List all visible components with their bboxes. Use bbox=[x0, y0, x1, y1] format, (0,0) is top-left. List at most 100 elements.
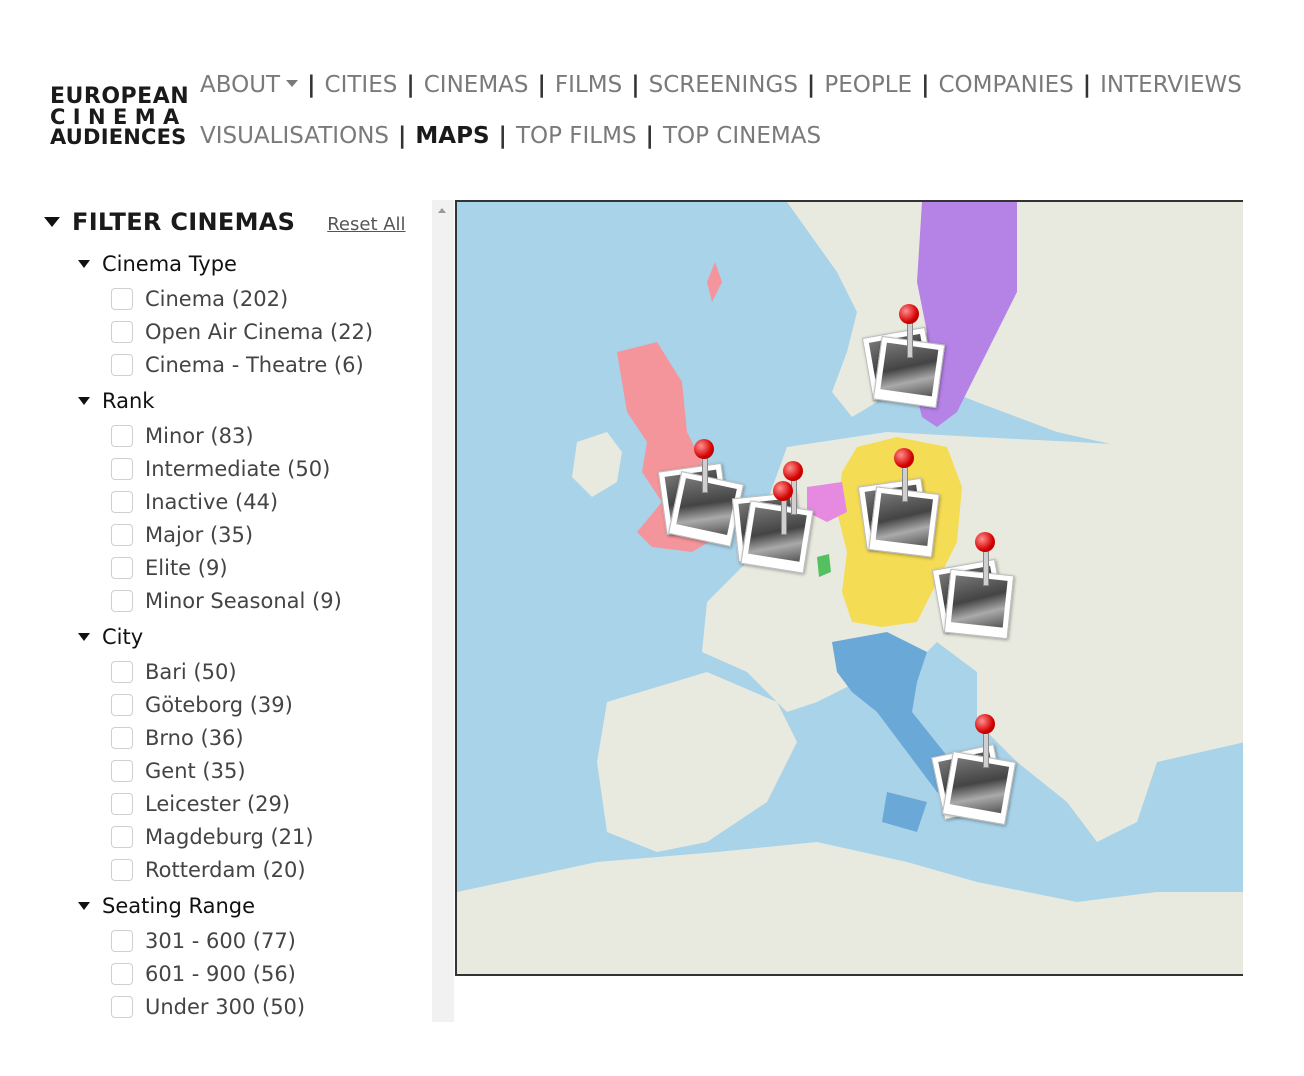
main-nav-row-1: ABOUT | CITIES | CINEMAS | FILMS | SCREENINGS | PE… bbox=[200, 72, 1242, 98]
map-land-africa bbox=[457, 842, 1243, 974]
sidebar-scrollbar[interactable] bbox=[432, 200, 454, 1022]
checkbox[interactable] bbox=[111, 589, 133, 612]
checkbox[interactable] bbox=[111, 962, 133, 985]
checkbox[interactable] bbox=[111, 490, 133, 513]
cinema-map[interactable] bbox=[455, 200, 1243, 976]
nav-separator: | bbox=[307, 72, 316, 98]
filter-option-label: 601 - 900 (56) bbox=[145, 961, 296, 986]
filter-option[interactable]: Leicester (29) bbox=[111, 787, 434, 820]
checkbox[interactable] bbox=[111, 929, 133, 952]
collapse-triangle-icon[interactable] bbox=[78, 260, 90, 268]
filter-group-title: Rank bbox=[102, 389, 155, 413]
filter-option[interactable]: 601 - 900 (56) bbox=[111, 957, 434, 990]
filter-option[interactable]: Minor (83) bbox=[111, 419, 434, 452]
filter-option-label: Rotterdam (20) bbox=[145, 857, 306, 882]
collapse-triangle-icon[interactable] bbox=[78, 633, 90, 641]
nav-visualisations[interactable]: VISUALISATIONS bbox=[200, 123, 389, 149]
filter-option-label: Elite (9) bbox=[145, 555, 228, 580]
checkbox[interactable] bbox=[111, 825, 133, 848]
checkbox[interactable] bbox=[111, 523, 133, 546]
checkbox[interactable] bbox=[111, 287, 133, 310]
site-logo[interactable]: EUROPEAN CINEMA AUDIENCES bbox=[50, 86, 189, 149]
filter-option[interactable]: Magdeburg (21) bbox=[111, 820, 434, 853]
nav-about[interactable]: ABOUT bbox=[200, 72, 299, 98]
filter-option[interactable]: Brno (36) bbox=[111, 721, 434, 754]
nav-films[interactable]: FILMS bbox=[555, 72, 622, 98]
filter-option[interactable]: Elite (9) bbox=[111, 551, 434, 584]
checkbox[interactable] bbox=[111, 995, 133, 1018]
nav-separator: | bbox=[921, 72, 930, 98]
chevron-down-icon bbox=[286, 80, 299, 87]
checkbox[interactable] bbox=[111, 759, 133, 782]
nav-about-label: ABOUT bbox=[200, 72, 281, 98]
nav-people[interactable]: PEOPLE bbox=[824, 72, 912, 98]
filter-group-rank: Rank Minor (83) Intermediate (50) Inacti… bbox=[78, 383, 434, 617]
filter-option-label: Major (35) bbox=[145, 522, 254, 547]
filter-group-title: City bbox=[102, 625, 144, 649]
nav-top-films[interactable]: TOP FILMS bbox=[516, 123, 637, 149]
nav-separator: | bbox=[537, 72, 546, 98]
scroll-up-arrow-icon[interactable] bbox=[438, 208, 446, 213]
nav-separator: | bbox=[645, 123, 654, 149]
filter-option[interactable]: Gent (35) bbox=[111, 754, 434, 787]
nav-separator: | bbox=[806, 72, 816, 98]
checkbox[interactable] bbox=[111, 424, 133, 447]
filter-option[interactable]: 301 - 600 (77) bbox=[111, 924, 434, 957]
collapse-triangle-icon[interactable] bbox=[44, 217, 60, 227]
filter-option[interactable]: Göteborg (39) bbox=[111, 688, 434, 721]
nav-interviews[interactable]: INTERVIEWS bbox=[1100, 72, 1242, 98]
filter-option[interactable]: Under 300 (50) bbox=[111, 990, 434, 1022]
checkbox[interactable] bbox=[111, 792, 133, 815]
filter-option[interactable]: Rotterdam (20) bbox=[111, 853, 434, 886]
filter-option-label: Cinema - Theatre (6) bbox=[145, 352, 364, 377]
filter-option-label: Cinema (202) bbox=[145, 286, 289, 311]
nav-screenings[interactable]: SCREENINGS bbox=[649, 72, 798, 98]
collapse-triangle-icon[interactable] bbox=[78, 902, 90, 910]
checkbox[interactable] bbox=[111, 693, 133, 716]
filter-group-header[interactable]: Rank bbox=[78, 383, 434, 419]
checkbox[interactable] bbox=[111, 320, 133, 343]
filter-option-label: Brno (36) bbox=[145, 725, 244, 750]
filter-option-label: Minor (83) bbox=[145, 423, 254, 448]
collapse-triangle-icon[interactable] bbox=[78, 397, 90, 405]
reset-all-link[interactable]: Reset All bbox=[327, 214, 405, 235]
main-nav-row-2: VISUALISATIONS | MAPS | TOP FILMS | TOP CINEMA… bbox=[200, 123, 821, 149]
nav-companies[interactable]: COMPANIES bbox=[938, 72, 1073, 98]
filter-option-label: Leicester (29) bbox=[145, 791, 291, 816]
filter-sidebar: FILTER CINEMAS Reset All Cinema Type Cin… bbox=[44, 200, 434, 1022]
nav-maps[interactable]: MAPS bbox=[415, 123, 489, 149]
filter-option[interactable]: Minor Seasonal (9) bbox=[111, 584, 434, 617]
cinema-photo bbox=[941, 750, 1017, 826]
filter-option-label: Under 300 (50) bbox=[145, 994, 306, 1019]
cinema-photo bbox=[740, 500, 814, 574]
nav-cinemas[interactable]: CINEMAS bbox=[424, 72, 529, 98]
checkbox[interactable] bbox=[111, 353, 133, 376]
filter-option[interactable]: Intermediate (50) bbox=[111, 452, 434, 485]
filter-option[interactable]: Cinema (202) bbox=[111, 282, 434, 315]
logo-line-3: AUDIENCES bbox=[50, 125, 187, 149]
filter-option[interactable]: Inactive (44) bbox=[111, 485, 434, 518]
checkbox[interactable] bbox=[111, 556, 133, 579]
checkbox[interactable] bbox=[111, 660, 133, 683]
filter-option[interactable]: Open Air Cinema (22) bbox=[111, 315, 434, 348]
nav-separator: | bbox=[498, 123, 507, 149]
filter-option-label: Gent (35) bbox=[145, 758, 246, 783]
filter-group-title: Seating Range bbox=[102, 894, 256, 918]
map-land-ireland bbox=[572, 432, 622, 497]
filter-option[interactable]: Bari (50) bbox=[111, 655, 434, 688]
checkbox[interactable] bbox=[111, 858, 133, 881]
filter-group-cinema-type: Cinema Type Cinema (202) Open Air Cinema… bbox=[78, 246, 434, 381]
nav-top-cinemas[interactable]: TOP CINEMAS bbox=[663, 123, 821, 149]
filter-group-header[interactable]: Seating Range bbox=[78, 888, 434, 924]
filter-title: FILTER CINEMAS bbox=[72, 208, 296, 236]
nav-cities[interactable]: CITIES bbox=[325, 72, 398, 98]
filter-option-label: Open Air Cinema (22) bbox=[145, 319, 374, 344]
checkbox[interactable] bbox=[111, 457, 133, 480]
checkbox[interactable] bbox=[111, 726, 133, 749]
filter-option-label: Magdeburg (21) bbox=[145, 824, 314, 849]
filter-group-header[interactable]: City bbox=[78, 619, 434, 655]
filter-option[interactable]: Cinema - Theatre (6) bbox=[111, 348, 434, 381]
filter-group-header[interactable]: Cinema Type bbox=[78, 246, 434, 282]
filter-header[interactable]: FILTER CINEMAS Reset All bbox=[44, 200, 434, 244]
filter-option[interactable]: Major (35) bbox=[111, 518, 434, 551]
